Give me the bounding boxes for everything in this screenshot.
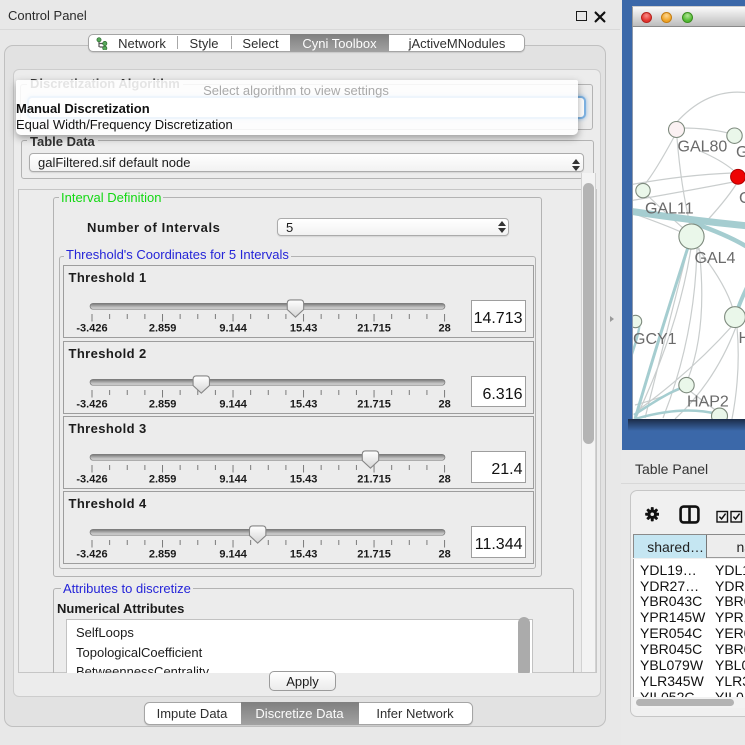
svg-text:15.43: 15.43 xyxy=(290,323,318,335)
svg-text:21.715: 21.715 xyxy=(357,549,391,561)
svg-text:-3.426: -3.426 xyxy=(76,474,107,486)
svg-text:15.43: 15.43 xyxy=(290,398,318,410)
svg-text:GCY1: GCY1 xyxy=(633,331,677,348)
svg-text:21.715: 21.715 xyxy=(357,474,391,486)
svg-text:21.715: 21.715 xyxy=(357,323,391,335)
svg-text:9.144: 9.144 xyxy=(219,474,247,486)
svg-text:2.859: 2.859 xyxy=(149,323,177,335)
svg-text:-3.426: -3.426 xyxy=(76,323,107,335)
svg-text:GA: GA xyxy=(736,144,745,161)
svg-text:28: 28 xyxy=(438,474,450,486)
svg-text:9.144: 9.144 xyxy=(219,398,247,410)
svg-text:28: 28 xyxy=(438,398,450,410)
svg-text:H: H xyxy=(738,330,745,347)
svg-text:28: 28 xyxy=(438,549,450,561)
svg-text:15.43: 15.43 xyxy=(290,474,318,486)
svg-text:HAP2: HAP2 xyxy=(687,394,729,411)
svg-text:28: 28 xyxy=(438,323,450,335)
svg-text:C: C xyxy=(739,190,745,207)
svg-text:15.43: 15.43 xyxy=(290,549,318,561)
svg-text:-3.426: -3.426 xyxy=(76,549,107,561)
svg-text:-3.426: -3.426 xyxy=(76,398,107,410)
svg-text:9.144: 9.144 xyxy=(219,323,247,335)
svg-text:2.859: 2.859 xyxy=(149,549,177,561)
svg-text:GAL4: GAL4 xyxy=(694,250,735,267)
svg-text:2.859: 2.859 xyxy=(149,474,177,486)
svg-text:9.144: 9.144 xyxy=(219,549,247,561)
svg-text:GAL80: GAL80 xyxy=(677,139,727,156)
svg-text:2.859: 2.859 xyxy=(149,398,177,410)
svg-text:GAL11: GAL11 xyxy=(645,201,694,218)
svg-text:21.715: 21.715 xyxy=(357,398,391,410)
